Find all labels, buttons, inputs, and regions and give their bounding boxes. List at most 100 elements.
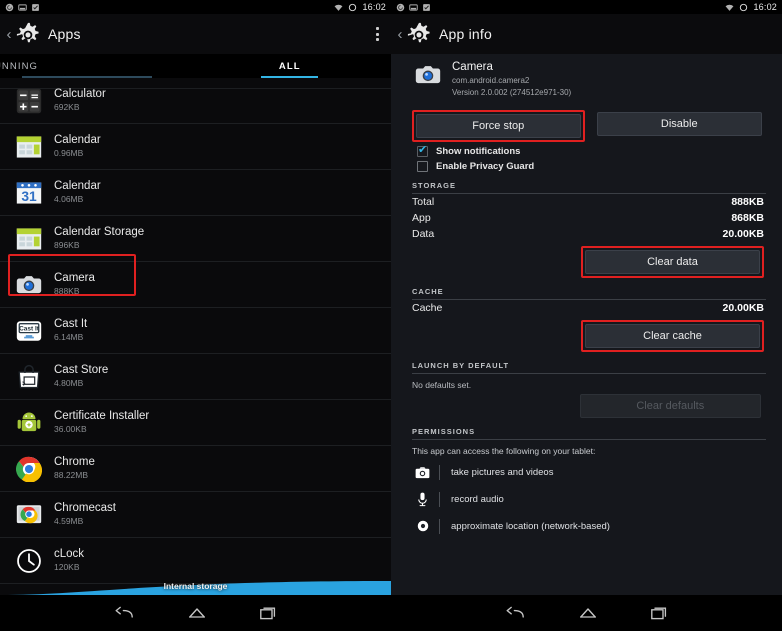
tab-running[interactable]: RUNNING (0, 54, 189, 78)
disable-button[interactable]: Disable (597, 112, 762, 137)
list-item-size: 4.59MB (54, 516, 84, 527)
permission-divider (439, 464, 440, 480)
list-item[interactable]: Calendar 0.96MB (0, 124, 391, 170)
list-item[interactable]: Calculator 692KB (0, 78, 391, 124)
cache-section-heading: CACHE (412, 286, 444, 296)
checkbox-notification-icon (32, 3, 39, 11)
calculator-icon (16, 88, 42, 113)
tab-all-label: ALL (278, 60, 301, 72)
nav-bar-left (0, 595, 391, 631)
app-package: com.android.camera2 (452, 75, 530, 85)
nav-back-icon[interactable] (506, 605, 526, 621)
storage-total-value: 888KB (731, 195, 764, 208)
storage-app-key: App (412, 211, 431, 224)
android-icon (17, 411, 41, 431)
permission-divider (439, 491, 440, 507)
camera-icon (415, 66, 441, 84)
list-item-size: 4.06MB (54, 194, 84, 205)
app-version: Version 2.0.002 (274512e971-30) (452, 87, 572, 97)
nav-home-icon[interactable] (187, 605, 207, 621)
list-item[interactable]: cLock 120KB (0, 538, 391, 584)
list-item[interactable]: 31 Calendar 4.06MB (0, 170, 391, 216)
storage-row-total: Total 888KB (391, 194, 782, 210)
list-item-name: Calendar Storage (54, 226, 145, 239)
overflow-menu-icon[interactable] (376, 27, 379, 41)
nav-recents-icon[interactable] (650, 605, 668, 621)
action-bar-apps: ‹ Apps (0, 14, 391, 54)
storage-data-value: 20.00KB (722, 227, 764, 240)
list-item-name: Chrome (54, 456, 95, 469)
list-item-size: 692KB (54, 102, 80, 113)
permission-item: record audio (391, 486, 782, 513)
clear-data-button[interactable]: Clear data (584, 249, 760, 274)
storage-data-key: Data (412, 227, 435, 240)
status-icons-left (396, 3, 431, 12)
permissions-intro: This app can access the following on you… (412, 445, 596, 456)
list-item-size: 0.96MB (54, 148, 84, 159)
chrome-icon (16, 456, 42, 482)
nav-recents-icon[interactable] (259, 605, 277, 621)
list-item[interactable]: Chromecast 4.59MB (0, 492, 391, 538)
back-caret-icon[interactable]: ‹ (4, 27, 14, 42)
list-item-size: 88.22MB (54, 470, 89, 481)
no-defaults-note: No defaults set. (412, 379, 472, 390)
list-item-size: 888KB (54, 286, 80, 297)
clear-cache-button[interactable]: Clear cache (584, 323, 760, 348)
page-title: Apps (48, 26, 81, 42)
list-item-size: 36.00KB (54, 424, 87, 435)
app-list[interactable]: Calculator 692KB Calendar 0.96MB 31 Cale… (0, 78, 391, 595)
permission-label: approximate location (network-based) (451, 520, 610, 532)
cache-value: 20.00KB (722, 301, 764, 314)
wifi-icon (726, 4, 734, 11)
calendar-green-icon (16, 135, 42, 158)
svg-text:Cast It: Cast It (19, 325, 40, 332)
checkbox-notification-icon (423, 3, 430, 11)
list-item[interactable]: Calendar Storage 896KB (0, 216, 391, 262)
list-item[interactable]: Certificate Installer 36.00KB (0, 400, 391, 446)
list-item-name: Certificate Installer (54, 410, 150, 423)
privacy-guard-label: Enable Privacy Guard (436, 160, 535, 172)
chromecast-icon (16, 504, 42, 523)
list-item-camera[interactable]: Camera 888KB (0, 262, 391, 308)
list-item[interactable]: Cast Store 4.80MB (0, 354, 391, 400)
show-notifications-checkbox[interactable] (417, 145, 428, 157)
status-icons-right: 16:02 (725, 2, 777, 12)
nav-back-icon[interactable] (115, 605, 135, 621)
nav-home-icon[interactable] (578, 605, 598, 621)
app-header: Camera com.android.camera2 Version 2.0.0… (391, 54, 782, 103)
storage-row-data: Data 20.00KB (391, 226, 782, 242)
tab-running-label: RUNNING (0, 60, 39, 72)
list-item-size: 4.80MB (54, 378, 84, 389)
tab-all[interactable]: ALL (189, 54, 392, 78)
checkbox-row-show-notifications[interactable]: Show notifications (391, 142, 782, 157)
highlight-box-clear-cache: Clear cache (580, 319, 764, 352)
cast-store-icon (18, 364, 40, 388)
cache-row: Cache 20.00KB (391, 300, 782, 316)
wifi-icon (335, 4, 343, 11)
left-panel-apps: 16:02 ‹ Apps RUNNING ALL (0, 0, 391, 631)
app-name: Camera (452, 61, 493, 73)
list-item-name: Chromecast (54, 502, 116, 515)
list-item[interactable]: Cast It Cast It 6.14MB (0, 308, 391, 354)
back-caret-icon[interactable]: ‹ (395, 27, 405, 42)
privacy-guard-checkbox[interactable] (417, 160, 428, 172)
screenshot-icon (409, 3, 418, 11)
cache-key: Cache (412, 301, 443, 314)
battery-icon (349, 3, 357, 11)
permission-divider (439, 518, 440, 534)
location-permission-icon (415, 519, 430, 534)
permission-label: take pictures and videos (451, 466, 554, 478)
clock-icon (17, 548, 41, 573)
storage-row-app: App 868KB (391, 210, 782, 226)
status-time: 16:02 (753, 2, 777, 12)
clear-defaults-row: Clear defaults (391, 390, 782, 418)
force-stop-button[interactable]: Force stop (416, 113, 581, 138)
list-item-name: Calculator (54, 88, 106, 101)
storage-label: Internal storage (163, 581, 228, 591)
sync-icon (396, 3, 405, 11)
list-item[interactable]: Chrome 88.22MB (0, 446, 391, 492)
list-item-name: cLock (54, 548, 85, 561)
sync-icon (5, 3, 14, 11)
right-panel-app-info: 16:02 ‹ App info Camera com.android.came… (391, 0, 782, 631)
checkbox-row-privacy-guard[interactable]: Enable Privacy Guard (391, 157, 782, 172)
